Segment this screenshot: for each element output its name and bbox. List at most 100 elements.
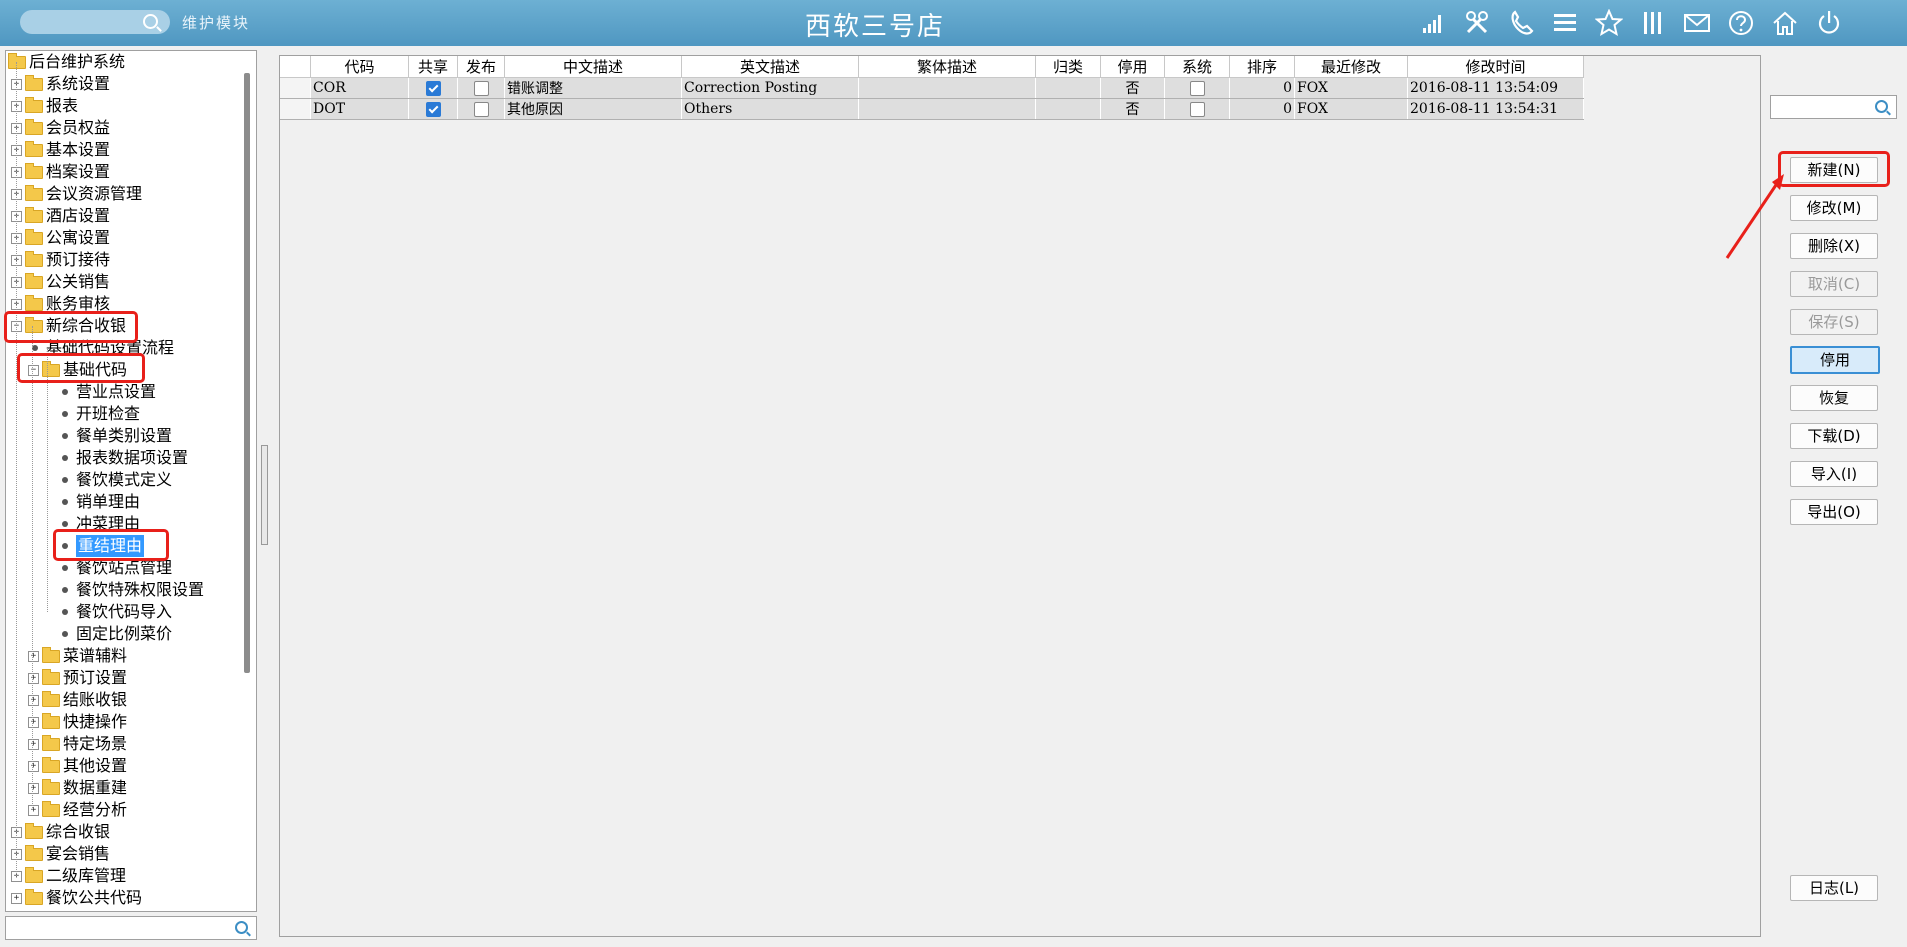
expand-icon[interactable]: + bbox=[28, 804, 39, 816]
download-button[interactable]: 下载(D) bbox=[1790, 423, 1878, 449]
column-header-shared[interactable]: 共享 bbox=[408, 56, 458, 78]
tree-scrollbar[interactable] bbox=[244, 73, 250, 673]
cell-last-modifier[interactable]: FOX bbox=[1294, 77, 1408, 99]
tree-folder-item[interactable]: + 结账收银 bbox=[28, 689, 127, 711]
delete-button[interactable]: 删除(X) bbox=[1790, 233, 1878, 259]
export-button[interactable]: 导出(O) bbox=[1790, 499, 1878, 525]
tree-folder-item[interactable]: + 酒店设置 bbox=[11, 205, 110, 227]
column-header-code[interactable]: 代码 bbox=[310, 56, 409, 78]
column-header-modify-time[interactable]: 修改时间 bbox=[1407, 56, 1584, 78]
row-selector[interactable] bbox=[280, 77, 311, 99]
tree-folder-item[interactable]: + 基本设置 bbox=[11, 139, 110, 161]
cell-tw-desc[interactable] bbox=[858, 77, 1036, 99]
column-header-cn-desc[interactable]: 中文描述 bbox=[504, 56, 682, 78]
tree-folder-item[interactable]: + 预订接待 bbox=[11, 249, 110, 271]
tree-leaf-item[interactable]: 销单理由 bbox=[58, 491, 140, 513]
log-button[interactable]: 日志(L) bbox=[1790, 875, 1878, 901]
tree-folder-item[interactable]: + 快捷操作 bbox=[28, 711, 127, 733]
cell-disabled[interactable]: 否 bbox=[1100, 77, 1165, 99]
cell-system[interactable] bbox=[1164, 98, 1230, 120]
table-row[interactable]: DOT 其他原因 Others 否 0 FOX 2016-08-11 13:54:31 bbox=[280, 98, 1584, 120]
tools-icon[interactable] bbox=[1462, 6, 1492, 40]
cancel-button[interactable]: 取消(C) bbox=[1790, 271, 1878, 297]
cell-publish[interactable] bbox=[457, 98, 505, 120]
columns-icon[interactable] bbox=[1638, 6, 1668, 40]
column-header-last-modifier[interactable]: 最近修改 bbox=[1294, 56, 1408, 78]
checkbox[interactable] bbox=[473, 101, 489, 117]
cell-category[interactable] bbox=[1035, 98, 1101, 120]
tree-folder-item[interactable]: 后台维护系统 bbox=[8, 51, 125, 73]
cell-publish[interactable] bbox=[457, 77, 505, 99]
tree-folder-item[interactable]: + 二级库管理 bbox=[11, 865, 126, 887]
column-header-en-desc[interactable]: 英文描述 bbox=[681, 56, 859, 78]
tree-folder-item[interactable]: + 综合收银 bbox=[11, 821, 110, 843]
cell-tw-desc[interactable] bbox=[858, 98, 1036, 120]
tree-folder-item[interactable]: + 数据重建 bbox=[28, 777, 127, 799]
search-icon[interactable] bbox=[235, 921, 248, 934]
tree-folder-item[interactable]: + 会议资源管理 bbox=[11, 183, 142, 205]
tree-leaf-item[interactable]: 报表数据项设置 bbox=[58, 447, 188, 469]
cell-system[interactable] bbox=[1164, 77, 1230, 99]
modify-button[interactable]: 修改(M) bbox=[1790, 195, 1878, 221]
cell-disabled[interactable]: 否 bbox=[1100, 98, 1165, 120]
checkbox[interactable] bbox=[425, 80, 441, 96]
restore-button[interactable]: 恢复 bbox=[1790, 385, 1878, 411]
help-icon[interactable] bbox=[1726, 6, 1756, 40]
tree-leaf-item[interactable]: 营业点设置 bbox=[58, 381, 156, 403]
cell-order[interactable]: 0 bbox=[1229, 77, 1295, 99]
column-header-tw-desc[interactable]: 繁体描述 bbox=[858, 56, 1036, 78]
cell-en-desc[interactable]: Correction Posting bbox=[681, 77, 859, 99]
signal-icon[interactable] bbox=[1418, 6, 1448, 40]
tree-leaf-item[interactable]: 餐单类别设置 bbox=[58, 425, 172, 447]
column-header-category[interactable]: 归类 bbox=[1035, 56, 1101, 78]
tree-leaf-item[interactable]: 开班检查 bbox=[58, 403, 140, 425]
tree-folder-item[interactable]: + 特定场景 bbox=[28, 733, 127, 755]
tree-folder-item[interactable]: + 其他设置 bbox=[28, 755, 127, 777]
table-row[interactable]: COR 错账调整 Correction Posting 否 0 FOX 2016-08-11… bbox=[280, 77, 1584, 99]
tree-leaf-item[interactable]: 固定比例菜价 bbox=[58, 623, 172, 645]
expand-icon[interactable]: + bbox=[28, 782, 39, 794]
import-button[interactable]: 导入(I) bbox=[1790, 461, 1878, 487]
expand-icon[interactable]: + bbox=[11, 892, 22, 904]
tree-leaf-item[interactable]: 餐饮代码导入 bbox=[58, 601, 172, 623]
tree-folder-item[interactable]: + 报表 bbox=[11, 95, 78, 117]
tree-folder-item[interactable]: + 会员权益 bbox=[11, 117, 110, 139]
tree-folder-item[interactable]: + 档案设置 bbox=[11, 161, 110, 183]
checkbox[interactable] bbox=[425, 101, 441, 117]
cell-code[interactable]: COR bbox=[310, 77, 409, 99]
tree-folder-item[interactable]: + 经营分析 bbox=[28, 799, 127, 821]
column-header-system[interactable]: 系统 bbox=[1164, 56, 1230, 78]
checkbox[interactable] bbox=[473, 80, 489, 96]
expand-icon[interactable]: + bbox=[28, 694, 39, 706]
phone-icon[interactable] bbox=[1506, 6, 1536, 40]
cell-modify-time[interactable]: 2016-08-11 13:54:09 bbox=[1407, 77, 1584, 99]
cell-category[interactable] bbox=[1035, 77, 1101, 99]
panel-splitter[interactable] bbox=[261, 445, 268, 545]
tree-leaf-item[interactable]: 餐饮特殊权限设置 bbox=[58, 579, 204, 601]
cell-order[interactable]: 0 bbox=[1229, 98, 1295, 120]
row-selector[interactable] bbox=[280, 98, 311, 120]
grid-search-input[interactable] bbox=[1770, 95, 1897, 119]
cell-cn-desc[interactable]: 错账调整 bbox=[504, 77, 682, 99]
cell-modify-time[interactable]: 2016-08-11 13:54:31 bbox=[1407, 98, 1584, 120]
tree-folder-item[interactable]: + 系统设置 bbox=[11, 73, 110, 95]
star-icon[interactable] bbox=[1594, 6, 1624, 40]
column-header-disabled[interactable]: 停用 bbox=[1100, 56, 1165, 78]
cell-shared[interactable] bbox=[408, 77, 458, 99]
disable-button[interactable]: 停用 bbox=[1790, 346, 1880, 374]
cell-last-modifier[interactable]: FOX bbox=[1294, 98, 1408, 120]
tree-folder-item[interactable]: + 公关销售 bbox=[11, 271, 110, 293]
expand-icon[interactable]: + bbox=[28, 738, 39, 750]
power-icon[interactable] bbox=[1814, 6, 1844, 40]
expand-icon[interactable]: + bbox=[28, 672, 39, 684]
home-icon[interactable] bbox=[1770, 6, 1800, 40]
search-icon[interactable] bbox=[1875, 100, 1888, 113]
column-header-publish[interactable]: 发布 bbox=[457, 56, 505, 78]
tree-folder-item[interactable]: + 公寓设置 bbox=[11, 227, 110, 249]
menu-icon[interactable] bbox=[1550, 6, 1580, 40]
tree-folder-item[interactable]: + 宴会销售 bbox=[11, 843, 110, 865]
mail-icon[interactable] bbox=[1682, 6, 1712, 40]
save-button[interactable]: 保存(S) bbox=[1790, 309, 1878, 335]
checkbox[interactable] bbox=[1189, 101, 1205, 117]
tree-folder-item[interactable]: + 菜谱辅料 bbox=[28, 645, 127, 667]
